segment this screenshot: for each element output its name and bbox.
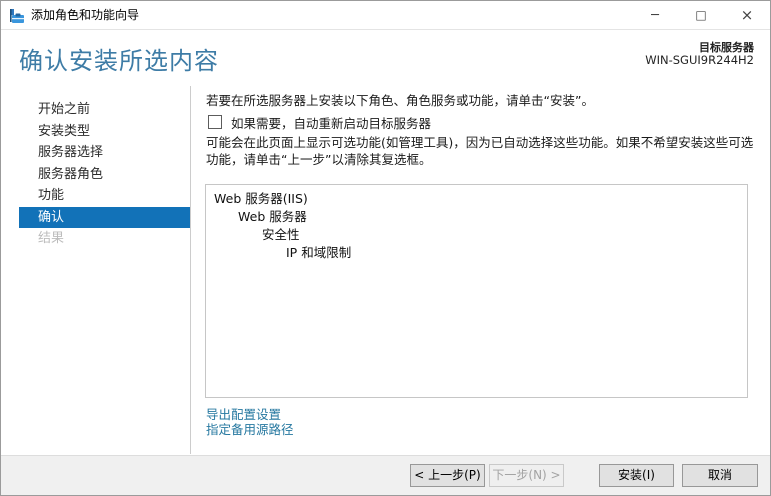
intro-text: 若要在所选服务器上安装以下角色、角色服务或功能，请单击“安装”。	[206, 93, 594, 108]
wizard-window: 添加角色和功能向导 ─ □ × 确认安装所选内容 目标服务器 WIN-SGUI9…	[0, 0, 771, 496]
install-button[interactable]: 安装(I)	[599, 464, 674, 487]
sidebar-item-results: 结果	[38, 231, 65, 246]
titlebar: 添加角色和功能向导 ─ □ ×	[1, 1, 770, 30]
window-title: 添加角色和功能向导	[31, 8, 140, 22]
export-configuration-link[interactable]: 导出配置设置	[206, 407, 294, 423]
page-header: 确认安装所选内容 目标服务器 WIN-SGUI9R244H2	[1, 31, 770, 86]
sidebar-item-server-roles[interactable]: 服务器角色	[19, 164, 190, 186]
alternate-source-path-link[interactable]: 指定备用源路径	[206, 422, 294, 438]
selected-items-listbox: Web 服务器(IIS) Web 服务器 安全性 IP 和域限制	[205, 184, 748, 398]
target-server-name: WIN-SGUI9R244H2	[645, 53, 754, 67]
tree-item-security: 安全性	[262, 227, 300, 242]
page-title: 确认安装所选内容	[19, 47, 219, 75]
cancel-button[interactable]: 取消	[682, 464, 758, 487]
sidebar-item-features[interactable]: 功能	[19, 185, 190, 207]
wizard-footer: < 上一步(P) 下一步(N) > 安装(I) 取消	[1, 455, 770, 495]
next-button: 下一步(N) >	[489, 464, 564, 487]
maximize-button-icon[interactable]: □	[678, 1, 724, 30]
wizard-steps-sidebar: 开始之前 安装类型 服务器选择 服务器角色 功能 确认 结果	[1, 86, 191, 454]
confirmation-page-content: 若要在所选服务器上安装以下角色、角色服务或功能，请单击“安装”。 如果需要，自动…	[205, 86, 758, 454]
tree-item-web-server: Web 服务器	[238, 209, 307, 224]
optional-features-note: 可能会在此页面上显示可选功能(如管理工具)，因为已自动选择这些功能。如果不希望安…	[206, 135, 754, 167]
target-server-info: 目标服务器 WIN-SGUI9R244H2	[645, 41, 754, 67]
sidebar-item-confirmation[interactable]: 确认	[19, 206, 190, 228]
server-manager-icon	[9, 8, 25, 24]
previous-button[interactable]: < 上一步(P)	[410, 464, 485, 487]
sidebar-item-installation-type[interactable]: 安装类型	[19, 121, 190, 143]
sidebar-item-server-selection[interactable]: 服务器选择	[19, 142, 190, 164]
close-button-icon[interactable]: ×	[724, 1, 770, 30]
sidebar-item-before-you-begin[interactable]: 开始之前	[19, 99, 190, 121]
auto-restart-row: 如果需要，自动重新启动目标服务器	[208, 113, 431, 131]
tree-item-ip-domain-restrictions: IP 和域限制	[286, 245, 352, 260]
auto-restart-label: 如果需要，自动重新启动目标服务器	[231, 115, 432, 131]
tree-item-web-server-iis: Web 服务器(IIS)	[214, 191, 308, 206]
footer-links: 导出配置设置 指定备用源路径	[206, 407, 294, 438]
minimize-button-icon[interactable]: ─	[632, 1, 678, 30]
auto-restart-checkbox[interactable]	[208, 115, 222, 129]
